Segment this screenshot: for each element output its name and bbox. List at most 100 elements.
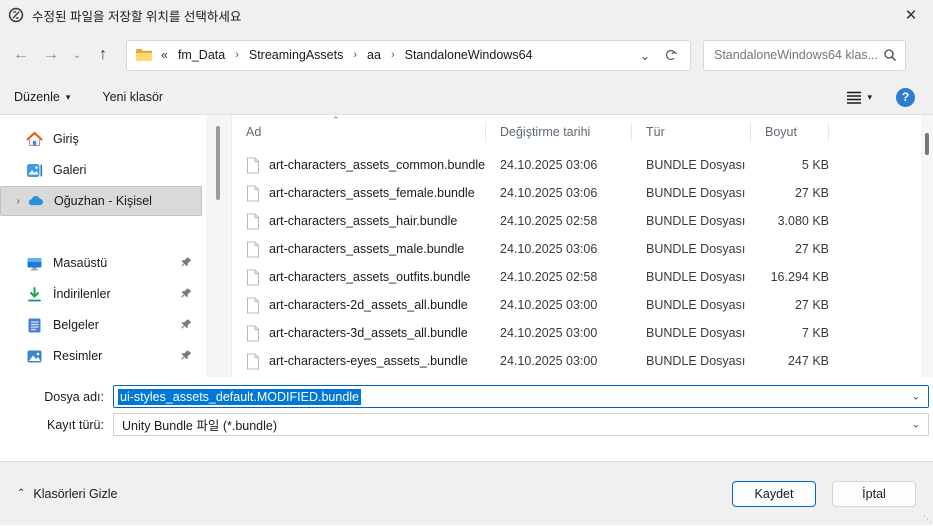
organize-menu-button[interactable]: Düzenle ▾ xyxy=(14,90,70,104)
filetype-select[interactable]: Unity Bundle 파일 (*.bundle) ⌄ xyxy=(113,413,929,436)
new-folder-button[interactable]: Yeni klasör xyxy=(102,90,163,104)
sidebar-item-desktop[interactable]: Masaüstü xyxy=(0,248,202,278)
file-list: ⌃ Ad Değiştirme tarihi Tür Boyut art-cha… xyxy=(232,115,933,377)
sidebar-item-gallery[interactable]: Galeri xyxy=(0,155,202,185)
save-button[interactable]: Kaydet xyxy=(732,481,816,507)
file-size: 27 KB xyxy=(751,298,829,312)
cancel-button[interactable]: İptal xyxy=(832,481,916,507)
file-type: BUNDLE Dosyası xyxy=(632,354,751,368)
sort-ascending-icon: ⌃ xyxy=(332,115,340,126)
file-icon xyxy=(246,353,260,370)
chevron-down-icon[interactable]: ⌄ xyxy=(912,391,920,402)
chevron-down-icon: ▾ xyxy=(66,92,71,103)
file-row[interactable]: art-characters_assets_hair.bundle 24.10.… xyxy=(232,207,933,235)
breadcrumb-segment-streamingassets[interactable]: StreamingAssets xyxy=(247,48,345,62)
file-name: art-characters_assets_female.bundle xyxy=(269,186,475,200)
up-button[interactable]: ↑ xyxy=(88,40,118,70)
hide-folders-button[interactable]: ⌃ Klasörleri Gizle xyxy=(17,487,117,501)
filetype-value: Unity Bundle 파일 (*.bundle) xyxy=(122,415,277,434)
breadcrumb-separator: › xyxy=(345,49,365,61)
close-button[interactable]: ✕ xyxy=(889,0,933,30)
file-row[interactable]: art-characters_assets_outfits.bundle 24.… xyxy=(232,263,933,291)
file-type: BUNDLE Dosyası xyxy=(632,298,751,312)
file-list-scrollbar[interactable] xyxy=(921,115,933,377)
back-button[interactable]: ← xyxy=(6,40,36,70)
desktop-icon xyxy=(26,255,43,272)
chevron-down-icon: ▾ xyxy=(867,92,872,103)
sidebar-item-label: Masaüstü xyxy=(53,256,180,270)
file-name: art-characters_assets_outfits.bundle xyxy=(269,270,471,284)
file-row[interactable]: art-characters-eyes_assets_.bundle 24.10… xyxy=(232,347,933,375)
sidebar-scrollbar[interactable] xyxy=(206,115,232,377)
column-header-date[interactable]: Değiştirme tarihi xyxy=(486,122,632,142)
address-dropdown-button[interactable]: ⌄ xyxy=(632,42,658,68)
search-icon xyxy=(883,48,897,62)
file-size: 27 KB xyxy=(751,242,829,256)
sidebar-item-onedrive-personal[interactable]: › Oğuzhan - Kişisel xyxy=(0,186,202,216)
window-title: 수정된 파일을 저장할 위치를 선택하세요 xyxy=(32,6,889,25)
file-icon xyxy=(246,213,260,230)
file-type: BUNDLE Dosyası xyxy=(632,158,751,172)
chevron-down-icon[interactable]: ⌄ xyxy=(912,419,920,430)
file-name: art-characters-3d_assets_all.bundle xyxy=(269,326,468,340)
sidebar-item-home[interactable]: Giriş xyxy=(0,124,202,154)
pictures-icon xyxy=(26,348,43,365)
forward-button[interactable]: → xyxy=(36,40,66,70)
file-name: art-characters-eyes_assets_.bundle xyxy=(269,354,468,368)
sidebar-item-label: İndirilenler xyxy=(53,287,180,301)
file-type: BUNDLE Dosyası xyxy=(632,326,751,340)
dialog-footer: ⌃ Klasörleri Gizle Kaydet İptal xyxy=(0,461,933,525)
sidebar-item-label: Belgeler xyxy=(53,318,180,332)
file-row[interactable]: art-characters-3d_assets_all.bundle 24.1… xyxy=(232,319,933,347)
pin-icon xyxy=(180,319,192,331)
navigation-pane: Giriş Galeri › Oğuzhan - Kişisel xyxy=(0,115,206,377)
column-header-type[interactable]: Tür xyxy=(632,122,751,142)
column-header-size[interactable]: Boyut xyxy=(751,122,829,142)
file-date: 24.10.2025 03:00 xyxy=(486,326,632,340)
help-button[interactable]: ? xyxy=(896,88,915,107)
folder-icon xyxy=(135,48,153,62)
resize-grip[interactable]: ⋱ xyxy=(923,514,932,525)
file-list-scrollbar-thumb[interactable] xyxy=(925,133,929,155)
file-name: art-characters_assets_hair.bundle xyxy=(269,214,457,228)
list-view-icon xyxy=(846,90,862,104)
search-input[interactable]: StandaloneWindows64 klas... xyxy=(714,48,883,62)
sidebar-item-label: Resimler xyxy=(53,349,180,363)
view-options-button[interactable]: ▾ xyxy=(846,90,872,104)
sidebar-item-label: Giriş xyxy=(53,132,202,146)
filename-input[interactable]: ui-styles_assets_default.MODIFIED.bundle… xyxy=(113,385,929,408)
breadcrumb-segment-fm-data[interactable]: fm_Data xyxy=(176,48,227,62)
pin-icon xyxy=(180,350,192,362)
file-date: 24.10.2025 03:00 xyxy=(486,298,632,312)
file-type: BUNDLE Dosyası xyxy=(632,242,751,256)
sidebar-scrollbar-thumb[interactable] xyxy=(216,126,220,200)
sidebar-item-label: Galeri xyxy=(53,163,202,177)
file-row[interactable]: art-characters_assets_male.bundle 24.10.… xyxy=(232,235,933,263)
sidebar-item-documents[interactable]: Belgeler xyxy=(0,310,202,340)
file-name: art-characters_assets_common.bundle xyxy=(269,158,485,172)
address-bar[interactable]: « fm_Data › StreamingAssets › aa › Stand… xyxy=(126,40,691,71)
file-icon xyxy=(246,297,260,314)
column-header-name[interactable]: Ad xyxy=(232,122,486,142)
file-date: 24.10.2025 03:00 xyxy=(486,354,632,368)
filename-selected-text: ui-styles_assets_default.MODIFIED.bundle xyxy=(118,389,361,405)
recent-locations-button[interactable]: ⌄ xyxy=(66,40,88,70)
refresh-button[interactable] xyxy=(658,42,684,68)
breadcrumb-separator: › xyxy=(383,49,403,61)
breadcrumb-segment-standalonewindows64[interactable]: StandaloneWindows64 xyxy=(403,48,535,62)
navigation-bar: ← → ⌄ ↑ « fm_Data › StreamingAssets › aa… xyxy=(0,30,933,80)
file-rows: art-characters_assets_common.bundle 24.1… xyxy=(232,151,933,375)
file-row[interactable]: art-characters_assets_common.bundle 24.1… xyxy=(232,151,933,179)
downloads-icon xyxy=(26,286,43,303)
title-bar: 수정된 파일을 저장할 위치를 선택하세요 ✕ xyxy=(0,0,933,30)
search-box[interactable]: StandaloneWindows64 klas... xyxy=(703,40,906,71)
file-row[interactable]: art-characters-2d_assets_all.bundle 24.1… xyxy=(232,291,933,319)
sidebar-item-downloads[interactable]: İndirilenler xyxy=(0,279,202,309)
file-row[interactable]: art-characters_assets_female.bundle 24.1… xyxy=(232,179,933,207)
expand-chevron-icon[interactable]: › xyxy=(9,196,27,207)
breadcrumb-segment-aa[interactable]: aa xyxy=(365,48,383,62)
new-folder-label: Yeni klasör xyxy=(102,90,163,104)
breadcrumb-overflow[interactable]: « xyxy=(161,48,168,62)
sidebar-item-pictures[interactable]: Resimler xyxy=(0,341,202,371)
file-icon xyxy=(246,157,260,174)
